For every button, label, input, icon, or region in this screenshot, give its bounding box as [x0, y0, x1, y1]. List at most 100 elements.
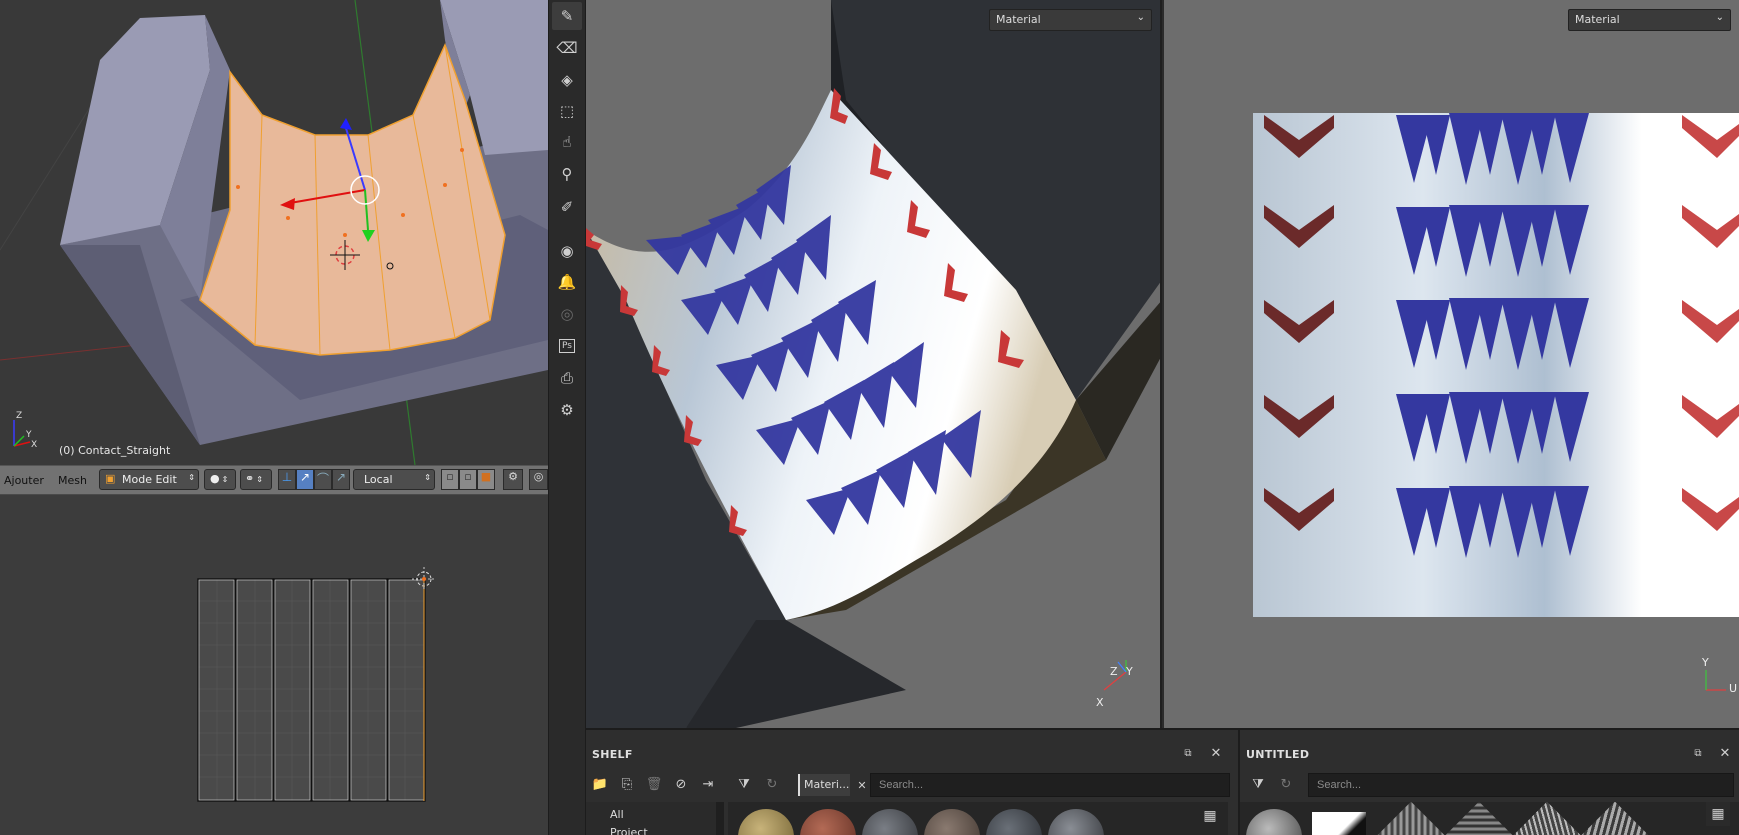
- maximize-icon[interactable]: ⧉: [1686, 741, 1710, 765]
- filter-icon[interactable]: ⧩: [1246, 772, 1270, 796]
- untitled-thumbnails: ▦: [1240, 802, 1739, 835]
- filter-icon[interactable]: ⧩: [732, 772, 756, 796]
- refresh-icon[interactable]: ↻: [760, 772, 784, 796]
- material-thumb[interactable]: [1443, 802, 1515, 835]
- gizmo-u-label: U: [1729, 682, 1738, 695]
- material-dropdown-3d-label: Material: [996, 13, 1041, 26]
- manipulator-toggle[interactable]: ⊥: [278, 469, 296, 490]
- notification-icon[interactable]: 🔔: [552, 268, 582, 296]
- orientation-label: Local: [364, 473, 393, 486]
- smudge-icon[interactable]: ☝: [552, 128, 582, 156]
- material-thumb[interactable]: [1048, 809, 1104, 835]
- shelf-thumbnails: ▦: [728, 802, 1228, 835]
- shading-arrows-icon: ⇕: [221, 475, 229, 484]
- shelf-title: SHELF: [592, 748, 633, 761]
- projection-icon[interactable]: ◈: [552, 66, 582, 94]
- orientation-arrows-icon: ⇕: [424, 473, 431, 482]
- import-icon[interactable]: ⇥: [696, 772, 720, 796]
- material-thumb[interactable]: [1312, 812, 1366, 835]
- eraser-icon[interactable]: ⌫: [552, 34, 582, 62]
- category-all[interactable]: All: [610, 808, 624, 821]
- paint-brush-icon[interactable]: ✎: [552, 2, 582, 30]
- bake-icon[interactable]: ◉: [552, 237, 582, 265]
- painter-2d-texture: [1253, 113, 1739, 691]
- substance-icon[interactable]: ◎: [552, 300, 582, 328]
- settings-icon[interactable]: ⚙: [552, 396, 582, 424]
- translate-toggle[interactable]: ↗: [296, 469, 314, 490]
- orientation-select[interactable]: Local ⇕: [353, 469, 435, 490]
- material-thumb[interactable]: [1246, 809, 1302, 835]
- pivot-select[interactable]: ⚭ ⇕: [240, 469, 272, 490]
- untitled-title: UNTITLED: [1246, 748, 1310, 761]
- material-thumb[interactable]: [862, 809, 918, 835]
- refresh-icon[interactable]: ↻: [1274, 772, 1298, 796]
- polygon-fill-icon[interactable]: ⬚: [552, 97, 582, 125]
- blender-3d-viewport[interactable]: Z Y X (0) Contact_Straight: [0, 0, 548, 465]
- material-thumb[interactable]: [800, 809, 856, 835]
- chevron-down-icon: ⌄: [1715, 12, 1724, 23]
- hide-icon[interactable]: ⊘: [669, 772, 693, 796]
- scale-toggle[interactable]: ↗: [332, 469, 350, 490]
- material-dropdown-3d[interactable]: Material ⌄: [989, 9, 1152, 31]
- folder-icon[interactable]: 📁: [588, 772, 612, 796]
- menu-mesh[interactable]: Mesh: [58, 470, 87, 490]
- gizmo-v-label: Y: [1702, 656, 1709, 669]
- grid-view-icon[interactable]: ▦: [1198, 804, 1222, 828]
- material-thumb[interactable]: [738, 809, 794, 835]
- maximize-icon[interactable]: ⧉: [1176, 741, 1200, 765]
- close-icon[interactable]: ✕: [1713, 741, 1737, 765]
- shelf-search-input[interactable]: [870, 773, 1230, 797]
- gizmo-z-label: Z: [1110, 665, 1118, 678]
- new-folder-icon[interactable]: ⎘: [615, 772, 639, 796]
- material-dropdown-2d-label: Material: [1575, 13, 1620, 26]
- pivot-arrows-icon: ⇕: [256, 475, 263, 484]
- clone-icon[interactable]: ⚲: [552, 160, 582, 188]
- rotate-toggle[interactable]: ⌒: [314, 469, 332, 490]
- uv-grid: [197, 567, 436, 802]
- edit-mode-icon: ▣: [105, 472, 116, 485]
- render-icon[interactable]: ⎙: [552, 364, 582, 392]
- mode-arrows-icon: ⇕: [188, 473, 195, 482]
- blender-axis-y: Y: [26, 430, 32, 440]
- face-select-toggle[interactable]: ■: [477, 469, 495, 490]
- solid-shading-icon: ●: [210, 472, 220, 485]
- untitled-search-input[interactable]: [1308, 773, 1734, 797]
- blender-uv-editor[interactable]: [0, 495, 548, 835]
- material-thumb[interactable]: [1375, 802, 1447, 835]
- shelf-panel: SHELF ⧉ ✕ 📁 ⎘ 🗑 ⊘ ⇥ ⧩ ↻ Materi... ✕ All …: [586, 728, 1238, 835]
- mode-select[interactable]: ▣ Mode Edit ⇕: [99, 469, 199, 490]
- menu-ajouter[interactable]: Ajouter: [4, 470, 44, 490]
- close-icon[interactable]: ✕: [1204, 741, 1228, 765]
- grid-view-icon[interactable]: ▦: [1706, 802, 1730, 826]
- trash-icon[interactable]: 🗑: [642, 772, 666, 796]
- vertex-select-toggle[interactable]: ▫: [441, 469, 459, 490]
- gizmo-y-label: Y: [1126, 665, 1133, 678]
- shelf-scrollbar[interactable]: [716, 802, 724, 835]
- proportional-edit-toggle[interactable]: ◎: [529, 469, 548, 490]
- painter-3d-viewport[interactable]: Material ⌄ Z Y X: [586, 0, 1162, 728]
- category-project[interactable]: Project: [610, 826, 648, 835]
- edge-select-toggle[interactable]: ▫: [459, 469, 477, 490]
- pivot-icon: ⚭: [245, 472, 255, 485]
- limit-selection-toggle[interactable]: ⚙: [503, 469, 523, 490]
- filter-tag-label: Materi...: [804, 778, 850, 791]
- material-thumb[interactable]: [924, 809, 980, 835]
- chevron-down-icon: ⌄: [1136, 12, 1145, 23]
- shading-select[interactable]: ● ⇕: [204, 469, 236, 490]
- material-dropdown-2d[interactable]: Material ⌄: [1568, 9, 1731, 31]
- mode-label: Mode Edit: [122, 473, 177, 486]
- filter-tag[interactable]: Materi...: [798, 774, 850, 796]
- untitled-panel: UNTITLED ⧉ ✕ ⧩ ↻ ▦: [1238, 728, 1739, 835]
- object-label: (0) Contact_Straight: [59, 444, 171, 457]
- gizmo-x-label: X: [1096, 696, 1104, 709]
- painter-2d-viewport[interactable]: Material ⌄ Y U: [1164, 0, 1739, 728]
- color-picker-icon[interactable]: ✐: [552, 193, 582, 221]
- blender-axis-x: X: [31, 440, 38, 450]
- material-thumb[interactable]: [1579, 802, 1651, 835]
- photoshop-label: Ps: [559, 339, 575, 353]
- shelf-category-list: All Project: [586, 802, 716, 835]
- blender-3d-scene: [0, 0, 548, 465]
- material-thumb[interactable]: [1511, 802, 1583, 835]
- material-thumb[interactable]: [986, 809, 1042, 835]
- photoshop-icon[interactable]: Ps: [552, 332, 582, 360]
